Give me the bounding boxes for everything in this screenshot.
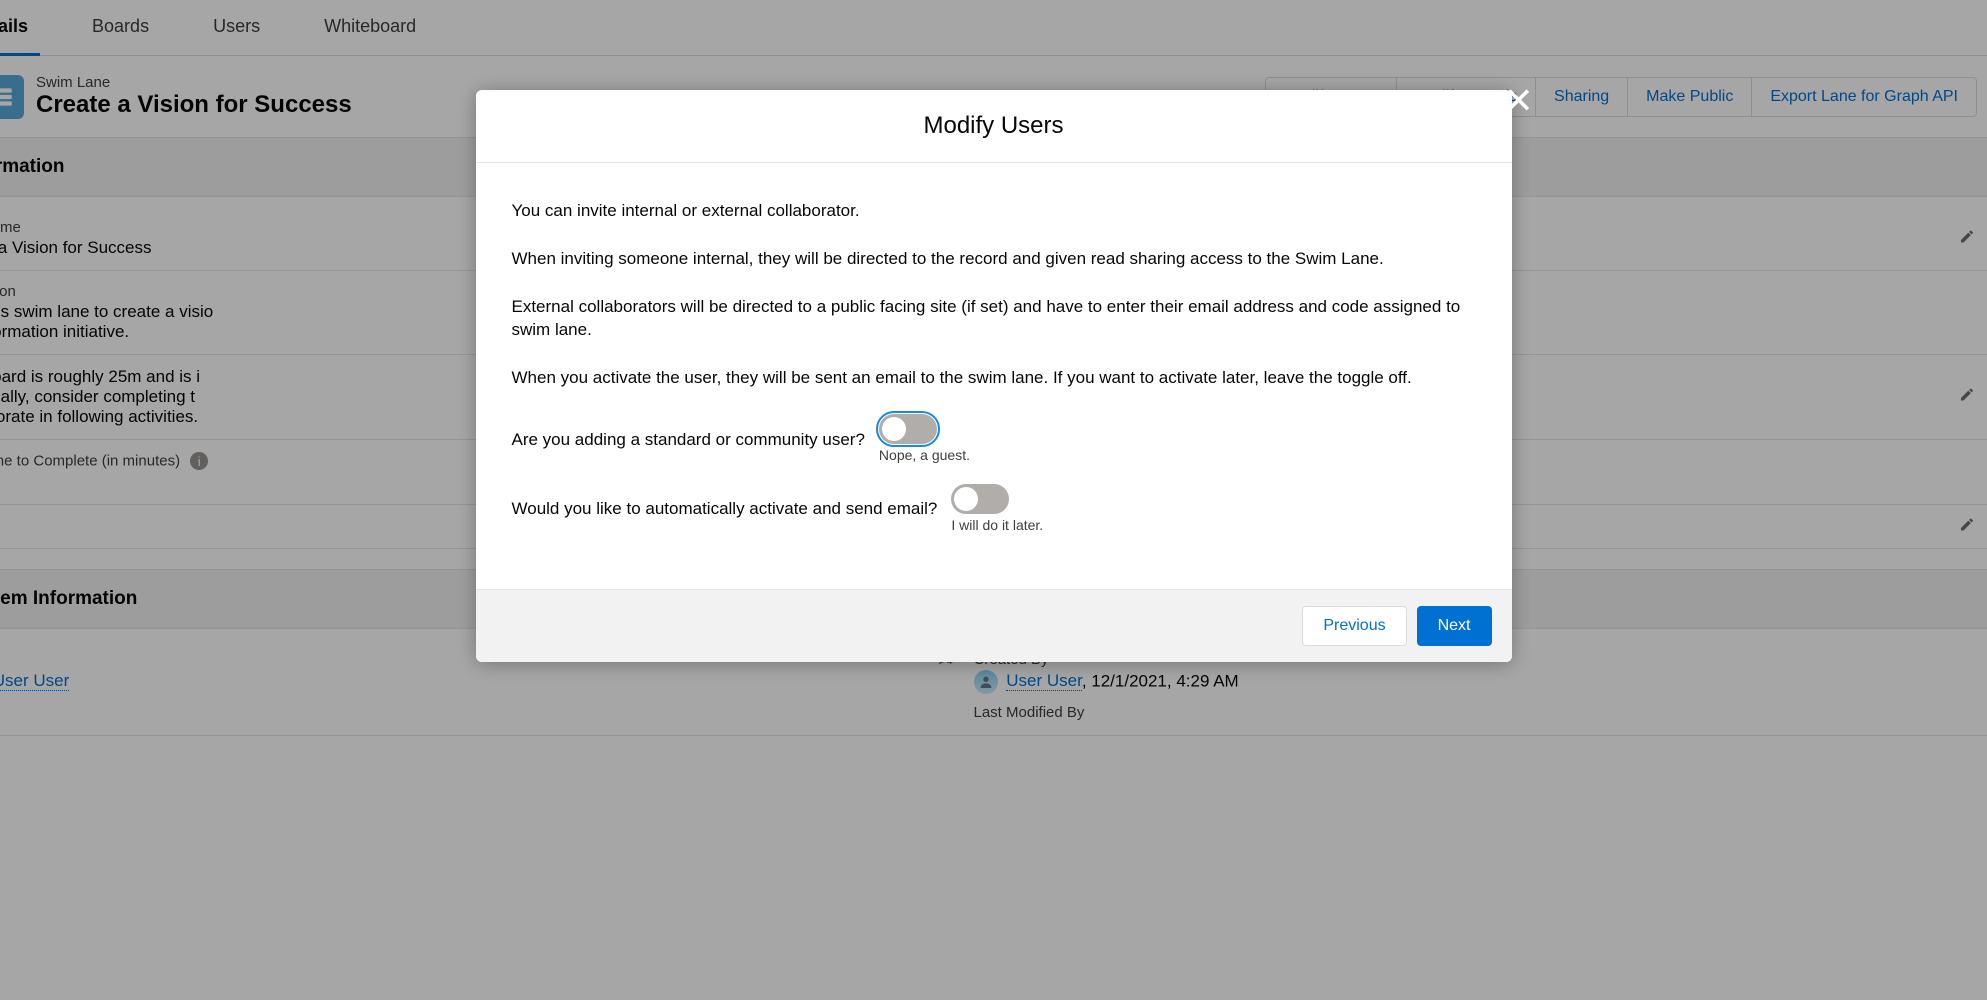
modal-title: Modify Users (476, 90, 1512, 163)
next-button[interactable]: Next (1417, 606, 1492, 646)
modal-overlay: ✕ Modify Users You can invite internal o… (0, 0, 1987, 1000)
question-auto-activate: Would you like to automatically activate… (512, 497, 938, 521)
modal-text: External collaborators will be directed … (512, 295, 1476, 343)
previous-button[interactable]: Previous (1302, 606, 1406, 646)
toggle-auto-activate[interactable] (951, 484, 1009, 514)
modal-text: When you activate the user, they will be… (512, 366, 1476, 390)
modal-text: When inviting someone internal, they wil… (512, 247, 1476, 271)
modify-users-modal: Modify Users You can invite internal or … (476, 90, 1512, 662)
modal-text: You can invite internal or external coll… (512, 199, 1476, 223)
close-icon[interactable]: ✕ (1504, 80, 1534, 122)
toggle-user-type-label: Nope, a guest. (879, 446, 970, 466)
toggle-user-type[interactable] (879, 414, 937, 444)
question-user-type: Are you adding a standard or community u… (512, 428, 865, 452)
toggle-auto-activate-label: I will do it later. (951, 516, 1043, 536)
